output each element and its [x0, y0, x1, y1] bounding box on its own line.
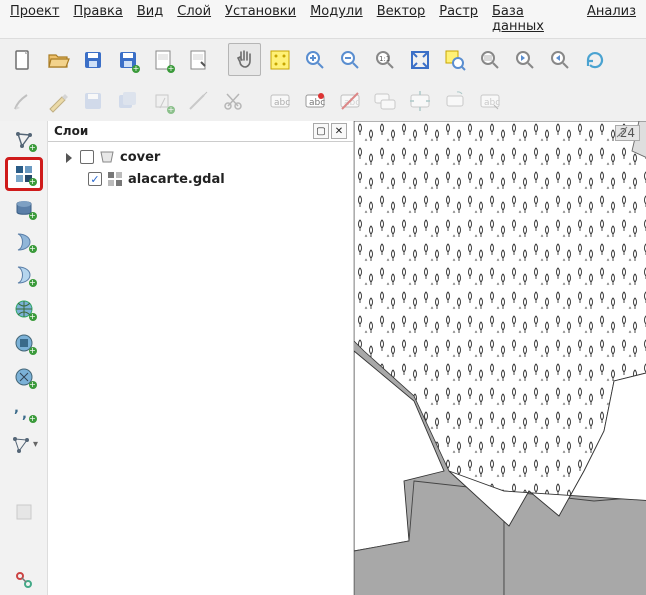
remove-layer-button[interactable]: [7, 497, 41, 527]
cut-button[interactable]: [216, 84, 249, 117]
add-mssql-button[interactable]: +: [7, 260, 41, 290]
pan-button[interactable]: [228, 43, 261, 76]
sidebar-add-layers: + + + + + + + + ,,+ ▾: [0, 121, 48, 595]
layer-row[interactable]: cover: [48, 146, 353, 168]
label-all-button[interactable]: [368, 84, 401, 117]
menu-project[interactable]: Проект: [10, 4, 59, 34]
menu-view[interactable]: Вид: [137, 4, 163, 34]
svg-text:,: ,: [14, 401, 19, 416]
layer-row[interactable]: alacarte.gdal: [48, 168, 353, 190]
separator: [251, 84, 261, 117]
pan-selection-button[interactable]: [263, 43, 296, 76]
menu-database[interactable]: База данных: [492, 4, 573, 34]
label-move-button[interactable]: [403, 84, 436, 117]
menu-raster[interactable]: Растр: [439, 4, 478, 34]
visibility-checkbox[interactable]: [80, 150, 94, 164]
toolbar-digitize: + abc abc abc abc: [0, 80, 646, 121]
visibility-checkbox[interactable]: [88, 172, 102, 186]
zoom-selection-button[interactable]: [438, 43, 471, 76]
label-rotate-button[interactable]: [438, 84, 471, 117]
layers-panel-title: Слои: [54, 124, 311, 138]
svg-text:1:1: 1:1: [379, 55, 390, 63]
add-vector-layer-button[interactable]: +: [7, 125, 41, 155]
toolbar-main: + + 1:1: [0, 39, 646, 80]
add-raster-layer-button[interactable]: +: [7, 159, 41, 189]
menu-layer[interactable]: Слой: [177, 4, 211, 34]
zoom-full-button[interactable]: [403, 43, 436, 76]
node-tool-button[interactable]: [181, 84, 214, 117]
layers-panel-header: Слои ▢ ✕: [48, 121, 353, 142]
zoom-native-button[interactable]: 1:1: [368, 43, 401, 76]
edit-brush-button[interactable]: [6, 84, 39, 117]
menu-settings[interactable]: Установки: [225, 4, 296, 34]
add-csv-button[interactable]: ,,+: [7, 396, 41, 426]
virtual-layer-button[interactable]: [7, 565, 41, 595]
svg-text:,: ,: [22, 407, 27, 422]
zoom-out-button[interactable]: [333, 43, 366, 76]
save-edits-all-button[interactable]: [111, 84, 144, 117]
add-wcs-button[interactable]: +: [7, 328, 41, 358]
refresh-button[interactable]: [578, 43, 611, 76]
detach-icon[interactable]: ▢: [313, 123, 329, 139]
new-vector-button[interactable]: ▾: [7, 430, 41, 460]
ruler-icon: [616, 126, 628, 138]
menu-edit[interactable]: Правка: [73, 4, 122, 34]
save-project-button[interactable]: [76, 43, 109, 76]
menu-plugins[interactable]: Модули: [310, 4, 363, 34]
edit-pencil-button[interactable]: [41, 84, 74, 117]
svg-text:abc: abc: [274, 98, 290, 108]
composer-new-button[interactable]: +: [146, 43, 179, 76]
zoom-last-button[interactable]: [508, 43, 541, 76]
separator: [7, 464, 41, 494]
add-wms-button[interactable]: +: [7, 294, 41, 324]
composer-manager-button[interactable]: [181, 43, 214, 76]
add-feature-button[interactable]: +: [146, 84, 179, 117]
label-pin-button[interactable]: abc: [298, 84, 331, 117]
layers-tree[interactable]: cover alacarte.gdal: [48, 142, 353, 595]
map-canvas[interactable]: 24: [354, 121, 646, 595]
zoom-in-button[interactable]: [298, 43, 331, 76]
label-change-button[interactable]: abc: [473, 84, 506, 117]
add-postgis-button[interactable]: +: [7, 193, 41, 223]
layers-panel: Слои ▢ ✕ cover alacarte.gdal: [48, 121, 354, 595]
zoom-layer-button[interactable]: [473, 43, 506, 76]
menu-vector[interactable]: Вектор: [377, 4, 426, 34]
separator: [7, 531, 41, 561]
new-project-button[interactable]: [6, 43, 39, 76]
zoom-next-button[interactable]: [543, 43, 576, 76]
add-wfs-button[interactable]: +: [7, 362, 41, 392]
svg-text:abc: abc: [309, 98, 325, 108]
add-spatialite-button[interactable]: +: [7, 227, 41, 257]
save-edits-button[interactable]: [76, 84, 109, 117]
main-area: + + + + + + + + ,,+ ▾ Слои ▢ ✕ cover: [0, 121, 646, 595]
menubar: Проект Правка Вид Слой Установки Модули …: [0, 0, 646, 39]
map-render: [354, 121, 646, 595]
close-icon[interactable]: ✕: [331, 123, 347, 139]
save-as-project-button[interactable]: +: [111, 43, 144, 76]
expand-icon[interactable]: [66, 152, 76, 162]
label-hide-button[interactable]: abc: [333, 84, 366, 117]
layer-name: cover: [120, 150, 160, 165]
layer-name: alacarte.gdal: [128, 172, 225, 187]
polygon-icon: [98, 148, 116, 166]
raster-icon: [106, 170, 124, 188]
open-project-button[interactable]: [41, 43, 74, 76]
label-button[interactable]: abc: [263, 84, 296, 117]
separator: [216, 43, 226, 76]
scale-badge: 24: [615, 125, 640, 141]
svg-text:abc: abc: [484, 98, 500, 108]
chevron-down-icon: ▾: [33, 439, 38, 450]
menu-analysis[interactable]: Анализ: [587, 4, 636, 34]
